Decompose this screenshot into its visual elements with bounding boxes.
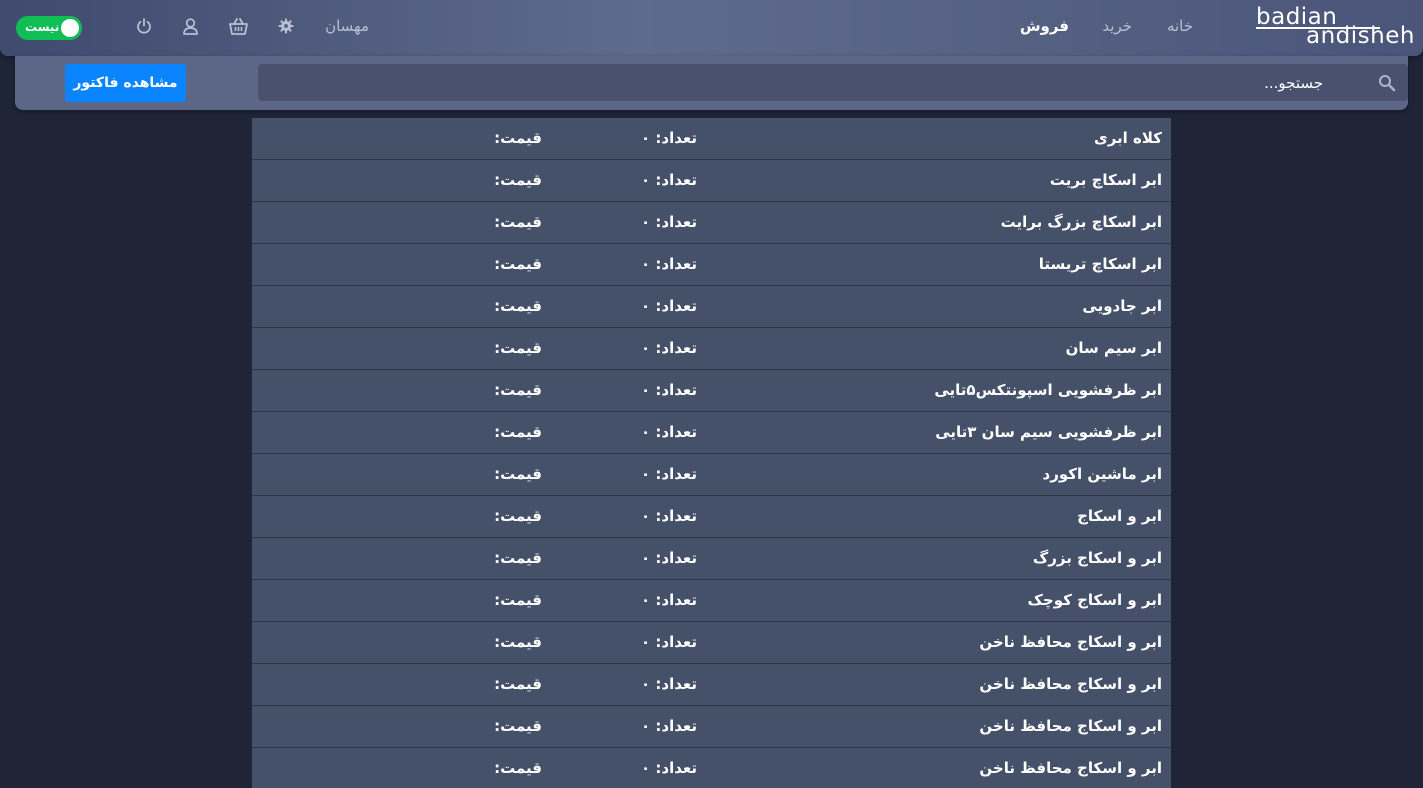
product-quantity: تعداد: ۰ (641, 591, 697, 609)
product-row[interactable]: ابر جادویی تعداد: ۰ قیمت: (252, 286, 1171, 328)
product-row[interactable]: ابر و اسکاج محافظ ناخن تعداد: ۰ قیمت: (252, 748, 1171, 788)
product-row[interactable]: ابر ظرفشویی اسپونتکس۵تایی تعداد: ۰ قیمت: (252, 370, 1171, 412)
product-name: کلاه ابری (1093, 129, 1162, 147)
toggle-label: نیست (25, 20, 60, 34)
product-quantity: تعداد: ۰ (641, 129, 697, 147)
product-row[interactable]: ابر و اسکاج محافظ ناخن تعداد: ۰ قیمت: (252, 664, 1171, 706)
product-quantity: تعداد: ۰ (641, 423, 697, 441)
product-row[interactable]: ابر ظرفشویی سیم سان ۳تایی تعداد: ۰ قیمت: (252, 412, 1171, 454)
product-name: ابر و اسکاج محافظ ناخن (979, 633, 1162, 651)
product-row[interactable]: ابر اسکاچ تریستا تعداد: ۰ قیمت: (252, 244, 1171, 286)
nav-sell[interactable]: فروش (1020, 17, 1069, 35)
top-navbar: badian andisheh خانه خرید فروش مهسان نیس… (0, 0, 1423, 56)
product-quantity: تعداد: ۰ (641, 339, 697, 357)
product-price: قیمت: (494, 129, 542, 147)
product-name: ابر و اسکاج محافظ ناخن (979, 675, 1162, 693)
product-row[interactable]: ابر اسکاچ بزرگ برایت تعداد: ۰ قیمت: (252, 202, 1171, 244)
product-row[interactable]: ابر و اسکاج محافظ ناخن تعداد: ۰ قیمت: (252, 706, 1171, 748)
product-price: قیمت: (494, 549, 542, 567)
product-name: ابر و اسکاج محافظ ناخن (979, 759, 1162, 777)
product-quantity: تعداد: ۰ (641, 759, 697, 777)
status-toggle[interactable]: نیست (16, 16, 82, 40)
product-quantity: تعداد: ۰ (641, 297, 697, 315)
product-row[interactable]: ابر اسکاچ بریت تعداد: ۰ قیمت: (252, 160, 1171, 202)
product-price: قیمت: (494, 633, 542, 651)
gear-icon[interactable] (276, 16, 296, 36)
product-quantity: تعداد: ۰ (641, 549, 697, 567)
product-list: کلاه ابری تعداد: ۰ قیمت: ابر اسکاچ بریت … (252, 118, 1171, 788)
product-quantity: تعداد: ۰ (641, 675, 697, 693)
product-price: قیمت: (494, 255, 542, 273)
product-name: ابر اسکاچ بریت (1049, 171, 1162, 189)
nav-home[interactable]: خانه (1167, 17, 1193, 35)
power-icon[interactable] (134, 16, 154, 36)
product-price: قیمت: (494, 717, 542, 735)
product-price: قیمت: (494, 759, 542, 777)
product-quantity: تعداد: ۰ (641, 633, 697, 651)
product-row[interactable]: ابر ماشین اکورد تعداد: ۰ قیمت: (252, 454, 1171, 496)
product-price: قیمت: (494, 297, 542, 315)
search-toolbar: مشاهده فاکتور (15, 56, 1408, 110)
product-quantity: تعداد: ۰ (641, 507, 697, 525)
guest-user-label[interactable]: مهسان (325, 17, 369, 35)
search-input[interactable] (258, 64, 1323, 101)
product-row[interactable]: ابر و اسکاج بزرگ تعداد: ۰ قیمت: (252, 538, 1171, 580)
product-price: قیمت: (494, 213, 542, 231)
product-name: ابر و اسکاج بزرگ (1032, 549, 1162, 567)
user-icon[interactable] (180, 16, 200, 36)
view-invoice-button[interactable]: مشاهده فاکتور (65, 64, 186, 102)
product-name: ابر جادویی (1082, 297, 1162, 315)
product-price: قیمت: (494, 381, 542, 399)
product-price: قیمت: (494, 675, 542, 693)
product-name: ابر و اسکاج محافظ ناخن (979, 717, 1162, 735)
product-name: ابر ظرفشویی اسپونتکس۵تایی (934, 381, 1162, 399)
product-name: ابر ماشین اکورد (1042, 465, 1162, 483)
product-name: ابر و اسکاج کوچک (1027, 591, 1162, 609)
product-price: قیمت: (494, 423, 542, 441)
product-price: قیمت: (494, 465, 542, 483)
product-price: قیمت: (494, 171, 542, 189)
product-price: قیمت: (494, 507, 542, 525)
product-row[interactable]: ابر و اسکاج محافظ ناخن تعداد: ۰ قیمت: (252, 622, 1171, 664)
nav-buy[interactable]: خرید (1102, 17, 1132, 35)
product-price: قیمت: (494, 339, 542, 357)
product-quantity: تعداد: ۰ (641, 465, 697, 483)
product-name: ابر اسکاچ تریستا (1038, 255, 1162, 273)
search-box (258, 64, 1408, 101)
product-row[interactable]: ابر و اسکاج تعداد: ۰ قیمت: (252, 496, 1171, 538)
toggle-knob (61, 19, 79, 37)
product-row[interactable]: ابر سیم سان تعداد: ۰ قیمت: (252, 328, 1171, 370)
product-row[interactable]: ابر و اسکاج کوچک تعداد: ۰ قیمت: (252, 580, 1171, 622)
brand-logo[interactable]: badian andisheh (1256, 6, 1414, 50)
product-name: ابر و اسکاج (1077, 507, 1162, 525)
product-name: ابر ظرفشویی سیم سان ۳تایی (935, 423, 1162, 441)
product-quantity: تعداد: ۰ (641, 213, 697, 231)
basket-icon[interactable] (228, 16, 248, 36)
product-quantity: تعداد: ۰ (641, 255, 697, 273)
logo-divider (1256, 27, 1380, 29)
product-quantity: تعداد: ۰ (641, 381, 697, 399)
product-quantity: تعداد: ۰ (641, 171, 697, 189)
product-quantity: تعداد: ۰ (641, 717, 697, 735)
search-icon[interactable] (1378, 74, 1396, 92)
product-row[interactable]: کلاه ابری تعداد: ۰ قیمت: (252, 118, 1171, 160)
product-price: قیمت: (494, 591, 542, 609)
product-name: ابر اسکاچ بزرگ برایت (1000, 213, 1162, 231)
product-name: ابر سیم سان (1065, 339, 1162, 357)
